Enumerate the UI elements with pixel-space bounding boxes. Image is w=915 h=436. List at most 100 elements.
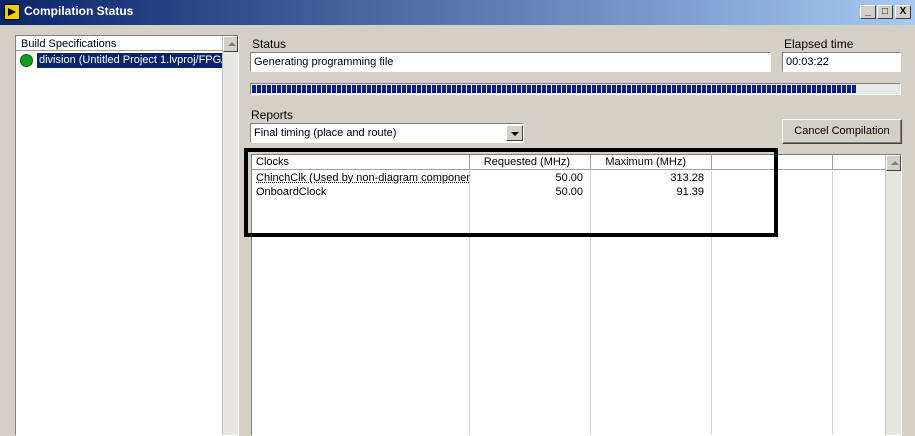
close-button[interactable]: X: [895, 5, 911, 19]
build-spec-item[interactable]: division (Untitled Project 1.lvproj/FPGA: [18, 53, 224, 69]
progress-segment: [442, 85, 446, 93]
progress-segment: [717, 85, 721, 93]
table-row[interactable]: OnboardClock 50.00 91.39: [252, 186, 832, 199]
scroll-up-button[interactable]: [223, 36, 238, 52]
progress-segment: [267, 85, 271, 93]
progress-segment: [582, 85, 586, 93]
progress-segment: [552, 85, 556, 93]
progress-segment: [542, 85, 546, 93]
progress-segment: [782, 85, 786, 93]
cancel-compilation-button[interactable]: Cancel Compilation: [782, 119, 902, 144]
progress-segment: [467, 85, 471, 93]
progress-segment: [462, 85, 466, 93]
progress-segment: [797, 85, 801, 93]
column-header-clocks[interactable]: Clocks: [252, 155, 470, 170]
progress-segment: [447, 85, 451, 93]
progress-segment: [567, 85, 571, 93]
progress-segment: [282, 85, 286, 93]
progress-segment: [437, 85, 441, 93]
progress-segment: [762, 85, 766, 93]
elapsed-time-field: 00:03:22: [782, 52, 901, 72]
chevron-down-icon: [511, 132, 519, 136]
clock-name-cell: OnboardClock: [256, 186, 327, 198]
progress-segment: [277, 85, 281, 93]
progress-segment: [397, 85, 401, 93]
progress-bar: [250, 83, 901, 95]
progress-segment: [577, 85, 581, 93]
progress-segment: [322, 85, 326, 93]
progress-segment: [357, 85, 361, 93]
progress-segment: [602, 85, 606, 93]
report-table-scrollbar[interactable]: [885, 155, 901, 435]
arrow-up-icon: [228, 42, 236, 46]
progress-segment: [622, 85, 626, 93]
progress-segment: [517, 85, 521, 93]
progress-segment: [257, 85, 261, 93]
requested-cell: 50.00: [555, 186, 583, 198]
progress-segment: [852, 85, 856, 93]
window-title: Compilation Status: [24, 4, 134, 18]
progress-segment: [752, 85, 756, 93]
build-specs-scrollbar[interactable]: [222, 36, 238, 435]
progress-segment: [312, 85, 316, 93]
progress-segment: [537, 85, 541, 93]
progress-segment: [327, 85, 331, 93]
maximum-cell: 313.28: [670, 172, 704, 184]
labview-app-icon: [4, 4, 20, 20]
progress-segment: [262, 85, 266, 93]
progress-segment: [627, 85, 631, 93]
progress-segment: [347, 85, 351, 93]
progress-segment: [557, 85, 561, 93]
progress-segment: [592, 85, 596, 93]
progress-segment: [597, 85, 601, 93]
requested-cell: 50.00: [555, 172, 583, 184]
clock-name-cell: ChinchClk (Used by non-diagram component: [256, 172, 470, 184]
progress-segment: [642, 85, 646, 93]
progress-segment: [822, 85, 826, 93]
progress-segment: [827, 85, 831, 93]
progress-segment: [307, 85, 311, 93]
table-row[interactable]: ChinchClk (Used by non-diagram component…: [252, 172, 832, 185]
progress-segment: [727, 85, 731, 93]
column-header-maximum[interactable]: Maximum (MHz): [591, 155, 712, 170]
progress-segment: [792, 85, 796, 93]
progress-segment: [412, 85, 416, 93]
reports-dropdown-button[interactable]: [506, 125, 523, 141]
column-header-extra-1[interactable]: [712, 155, 833, 170]
minimize-button[interactable]: _: [860, 5, 876, 19]
progress-segment: [502, 85, 506, 93]
progress-segment: [652, 85, 656, 93]
progress-segment: [317, 85, 321, 93]
progress-segment: [807, 85, 811, 93]
progress-segment: [342, 85, 346, 93]
title-bar: Compilation Status _ □ X: [0, 0, 915, 25]
progress-segment: [837, 85, 841, 93]
progress-segment: [472, 85, 476, 93]
progress-segment: [677, 85, 681, 93]
progress-segment: [842, 85, 846, 93]
progress-segment: [742, 85, 746, 93]
column-header-requested[interactable]: Requested (MHz): [470, 155, 591, 170]
progress-segment: [772, 85, 776, 93]
progress-segment: [732, 85, 736, 93]
progress-segment: [362, 85, 366, 93]
progress-segment: [812, 85, 816, 93]
progress-segment: [332, 85, 336, 93]
reports-dropdown[interactable]: Final timing (place and route): [250, 123, 524, 143]
progress-segment: [767, 85, 771, 93]
progress-segment: [352, 85, 356, 93]
progress-segment: [372, 85, 376, 93]
progress-segment: [587, 85, 591, 93]
maximize-button[interactable]: □: [877, 5, 893, 19]
reports-selected-value: Final timing (place and route): [254, 127, 397, 139]
report-table-body: ChinchClk (Used by non-diagram component…: [252, 171, 885, 435]
progress-segment: [287, 85, 291, 93]
progress-segment: [492, 85, 496, 93]
progress-segment: [692, 85, 696, 93]
column-header-extra-2[interactable]: [833, 155, 885, 170]
progress-segment: [402, 85, 406, 93]
progress-segment: [687, 85, 691, 93]
progress-segment: [452, 85, 456, 93]
table-scroll-up-button[interactable]: [886, 155, 901, 171]
progress-segment: [787, 85, 791, 93]
